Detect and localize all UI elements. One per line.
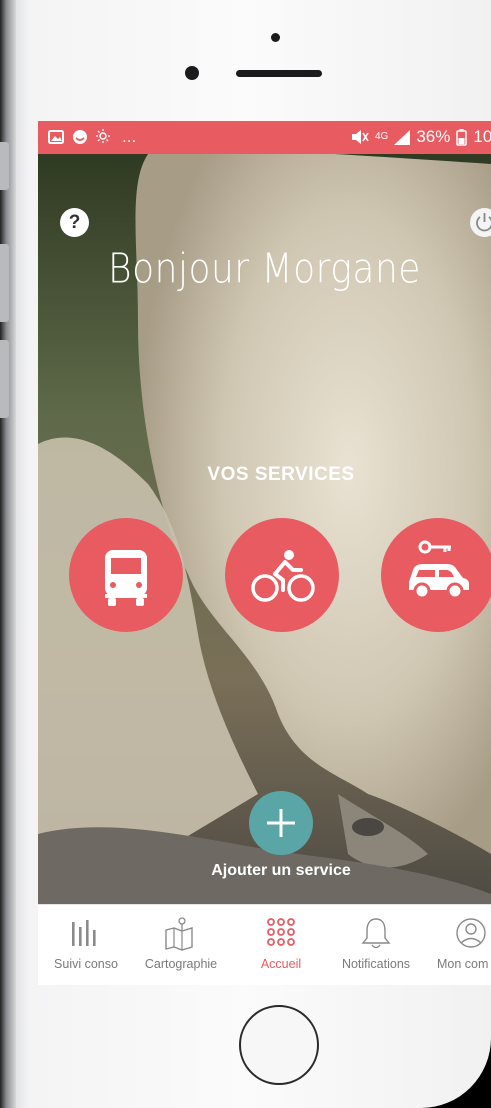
volume-up-button bbox=[0, 244, 9, 322]
bus-icon bbox=[105, 550, 147, 606]
map-icon bbox=[165, 917, 193, 951]
power-icon bbox=[476, 213, 491, 232]
signal-icon bbox=[394, 129, 411, 145]
face-icon bbox=[73, 130, 87, 144]
front-camera bbox=[185, 66, 199, 80]
grid-dots-icon bbox=[267, 918, 295, 946]
tab-accueil[interactable]: Accueil bbox=[233, 905, 329, 985]
tab-notifications[interactable]: Notifications bbox=[328, 905, 424, 985]
tab-bar: Suivi conso Cartographie Accueil Notific… bbox=[38, 904, 491, 985]
tab-label: Mon com bbox=[437, 957, 489, 971]
add-service-button[interactable] bbox=[249, 791, 313, 855]
mute-icon bbox=[351, 130, 369, 144]
battery-icon bbox=[456, 128, 468, 146]
volume-down-button bbox=[0, 340, 9, 418]
network-label: 4G bbox=[374, 131, 389, 142]
earpiece-speaker bbox=[236, 70, 322, 77]
power-button[interactable] bbox=[470, 208, 491, 237]
greeting-title: Bonjour Morgane bbox=[108, 245, 421, 294]
tab-mon-compte[interactable]: Mon com bbox=[423, 905, 491, 985]
bicycle-icon bbox=[251, 550, 315, 602]
mute-switch bbox=[0, 142, 9, 190]
service-bike-button[interactable] bbox=[225, 518, 339, 632]
status-more: ... bbox=[122, 127, 137, 146]
weather-icon bbox=[96, 129, 110, 143]
phone-frame: ... 4G 36% 10: ? bbox=[0, 0, 491, 1108]
bars-icon bbox=[72, 920, 96, 946]
car-key-icon bbox=[409, 540, 469, 600]
service-bus-button[interactable] bbox=[69, 518, 183, 632]
services-title: VOS SERVICES bbox=[207, 464, 355, 485]
image-icon bbox=[48, 130, 64, 144]
tab-cartographie[interactable]: Cartographie bbox=[133, 905, 229, 985]
add-service-label[interactable]: Ajouter un service bbox=[38, 862, 491, 880]
clock: 10: bbox=[473, 127, 491, 146]
help-button[interactable]: ? bbox=[60, 208, 89, 237]
proximity-sensor bbox=[271, 33, 280, 42]
battery-percent: 36% bbox=[416, 127, 451, 146]
tab-label: Notifications bbox=[341, 957, 411, 971]
user-icon bbox=[456, 918, 486, 948]
plus-icon bbox=[267, 809, 295, 837]
tab-label: Cartographie bbox=[144, 957, 218, 971]
app-screen: ... 4G 36% 10: ? bbox=[38, 121, 491, 985]
bell-icon bbox=[361, 918, 391, 949]
status-bar: ... 4G 36% 10: bbox=[38, 121, 491, 154]
service-car-button[interactable] bbox=[381, 518, 491, 632]
tab-suivi-conso[interactable]: Suivi conso bbox=[38, 905, 134, 985]
home-button[interactable] bbox=[239, 1005, 319, 1085]
